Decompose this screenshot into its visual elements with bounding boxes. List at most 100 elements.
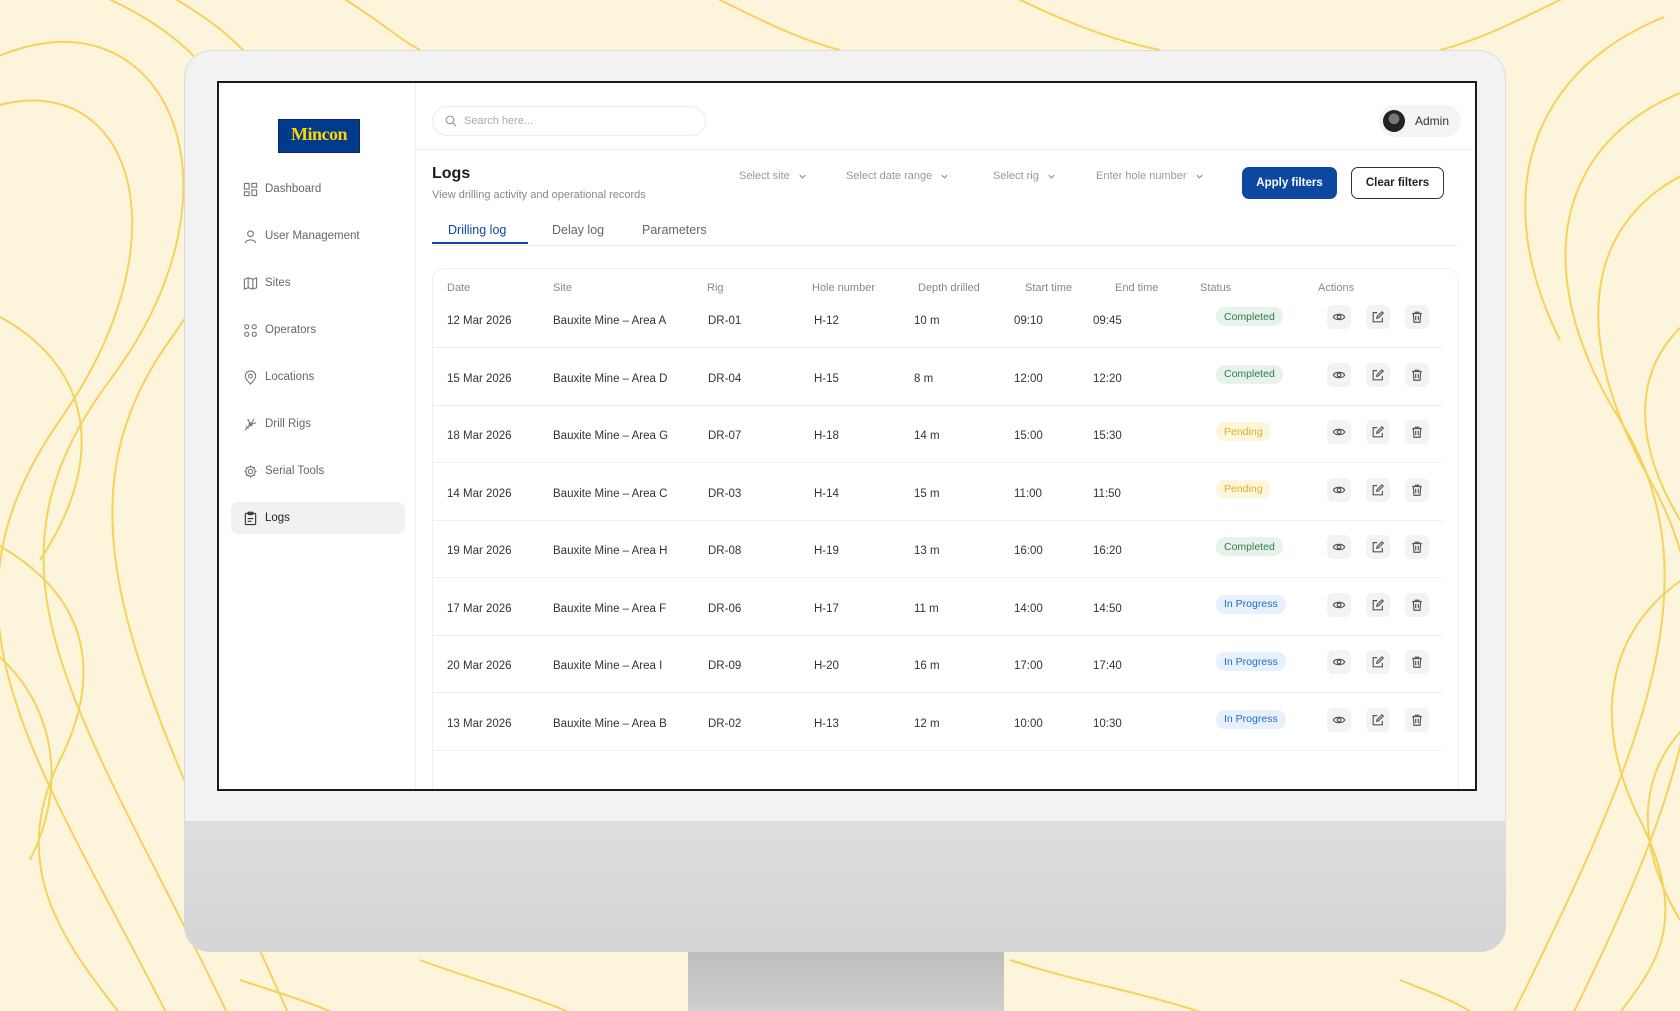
cell-site: Bauxite Mine – Area B — [553, 717, 667, 730]
search-input[interactable]: Search here... — [432, 106, 706, 136]
main-content: Search here... Admin Logs View drilling … — [416, 83, 1475, 789]
view-icon[interactable] — [1327, 592, 1351, 617]
cell-end-time: 10:30 — [1093, 717, 1122, 730]
clear-filters-button[interactable]: Clear filters — [1351, 167, 1444, 199]
delete-icon[interactable] — [1405, 420, 1429, 444]
cell-start-time: 12:00 — [1014, 372, 1043, 385]
clipboard-icon — [244, 511, 257, 525]
delete-icon[interactable] — [1405, 305, 1429, 329]
table-row[interactable]: 17 Mar 2026 Bauxite Mine – Area F DR-06 H-1… — [432, 581, 1442, 636]
cell-date: 19 Mar 2026 — [447, 545, 512, 557]
delete-icon[interactable] — [1405, 592, 1429, 617]
table-row[interactable]: 15 Mar 2026 Bauxite Mine – Area D DR-04 H-1… — [432, 351, 1442, 406]
cell-site: Bauxite Mine – Area H — [553, 545, 668, 557]
view-icon[interactable] — [1327, 707, 1351, 732]
cell-rig: DR-06 — [708, 602, 742, 615]
sidebar-item-label: User Management — [265, 230, 360, 242]
sidebar-item-operators[interactable]: Operators — [231, 314, 405, 346]
status-badge: In Progress — [1216, 652, 1286, 671]
tab-delay-log[interactable]: Delay log — [552, 223, 604, 237]
cell-start-time: 09:10 — [1014, 315, 1043, 327]
status-badge: Pending — [1216, 479, 1271, 499]
table-row[interactable]: 12 Mar 2026 Bauxite Mine – Area A DR-01 H-1… — [432, 293, 1442, 348]
edit-icon[interactable] — [1366, 362, 1390, 387]
cell-hole-number: H-18 — [814, 430, 839, 442]
view-icon[interactable] — [1327, 362, 1351, 387]
edit-icon[interactable] — [1366, 535, 1390, 559]
cell-depth-drilled: 11 m — [914, 602, 939, 615]
edit-icon[interactable] — [1366, 650, 1390, 674]
chevron-down-icon — [1195, 174, 1203, 179]
edit-icon[interactable] — [1366, 420, 1390, 444]
delete-icon[interactable] — [1405, 650, 1429, 674]
cell-site: Bauxite Mine – Area C — [553, 487, 668, 500]
sidebar-item-serial-tools[interactable]: Serial Tools — [231, 455, 405, 487]
view-icon[interactable] — [1327, 305, 1351, 329]
sidebar-item-logs[interactable]: Logs — [231, 502, 405, 534]
gear-icon — [244, 464, 257, 478]
cell-date: 14 Mar 2026 — [447, 487, 512, 500]
select-date-range-dropdown[interactable]: Select date range — [846, 170, 949, 182]
sidebar-item-locations[interactable]: Locations — [231, 361, 405, 393]
delete-icon[interactable] — [1405, 535, 1429, 559]
select-date-range-label: Select date range — [846, 170, 933, 182]
hole-number-placeholder: Enter hole number — [1096, 170, 1187, 182]
cell-start-time: 14:00 — [1014, 602, 1043, 615]
tab-parameters[interactable]: Parameters — [642, 223, 707, 237]
tab-drilling-log[interactable]: Drilling log — [448, 223, 506, 237]
cell-date: 13 Mar 2026 — [447, 717, 512, 730]
select-rig-label: Select rig — [993, 170, 1039, 182]
user-menu[interactable]: Admin — [1378, 105, 1461, 137]
view-icon[interactable] — [1327, 420, 1351, 444]
apply-filters-button[interactable]: Apply filters — [1242, 167, 1337, 199]
sidebar-item-dashboard[interactable]: Dashboard — [231, 173, 405, 205]
edit-icon[interactable] — [1366, 592, 1390, 617]
delete-icon[interactable] — [1405, 707, 1429, 732]
chevron-down-icon — [799, 174, 806, 179]
sidebar-item-label: Serial Tools — [265, 465, 325, 477]
cell-date: 15 Mar 2026 — [447, 372, 512, 385]
sidebar-item-user-management[interactable]: User Management — [231, 220, 405, 252]
hole-number-input[interactable]: Enter hole number — [1096, 170, 1204, 182]
cell-date: 17 Mar 2026 — [447, 602, 512, 615]
delete-icon[interactable] — [1405, 362, 1429, 387]
cell-depth-drilled: 10 m — [914, 315, 940, 327]
view-icon[interactable] — [1327, 477, 1351, 502]
select-site-dropdown[interactable]: Select site — [739, 170, 807, 182]
sidebar-item-drill-rigs[interactable]: Drill Rigs — [231, 408, 405, 440]
cell-rig: DR-02 — [708, 717, 742, 730]
map-icon — [243, 276, 258, 290]
select-rig-dropdown[interactable]: Select rig — [993, 170, 1056, 182]
cell-rig: DR-07 — [708, 430, 742, 442]
cell-end-time: 11:50 — [1093, 487, 1121, 500]
cell-hole-number: H-12 — [814, 315, 839, 327]
edit-icon[interactable] — [1366, 707, 1390, 732]
view-icon[interactable] — [1327, 650, 1351, 674]
table-row[interactable]: 18 Mar 2026 Bauxite Mine – Area G DR-07 H-1… — [432, 408, 1442, 463]
table-row[interactable]: 13 Mar 2026 Bauxite Mine – Area B DR-02 H-1… — [432, 696, 1442, 751]
select-site-label: Select site — [739, 170, 790, 182]
cell-hole-number: H-14 — [814, 487, 839, 500]
edit-icon[interactable] — [1366, 305, 1390, 329]
delete-icon[interactable] — [1405, 477, 1429, 502]
cell-end-time: 15:30 — [1093, 430, 1122, 442]
sidebar-item-sites[interactable]: Sites — [231, 267, 405, 299]
mincon-logo[interactable]: Mincon — [278, 119, 360, 153]
view-icon[interactable] — [1327, 535, 1351, 559]
cell-hole-number: H-17 — [814, 602, 839, 615]
dashboard-icon — [243, 182, 258, 196]
table-row[interactable]: 20 Mar 2026 Bauxite Mine – Area I DR-09 H-2… — [432, 638, 1442, 693]
active-tab-indicator — [432, 242, 528, 244]
cell-end-time: 16:20 — [1093, 545, 1122, 557]
drill-rig-icon — [244, 418, 257, 431]
chevron-down-icon — [1048, 174, 1055, 179]
sidebar-item-label: Locations — [265, 371, 315, 383]
cell-depth-drilled: 13 m — [914, 545, 940, 557]
table-row[interactable]: 19 Mar 2026 Bauxite Mine – Area H DR-08 H-1… — [432, 523, 1442, 578]
edit-icon[interactable] — [1366, 477, 1390, 502]
sidebar-nav: Dashboard User Management Sites Operator… — [231, 173, 405, 549]
cell-start-time: 11:00 — [1014, 487, 1042, 500]
tab-bar: Drilling log Delay log Parameters — [432, 219, 1457, 246]
table-row[interactable]: 14 Mar 2026 Bauxite Mine – Area C DR-03 H-1… — [432, 466, 1442, 521]
operators-icon — [244, 323, 257, 337]
